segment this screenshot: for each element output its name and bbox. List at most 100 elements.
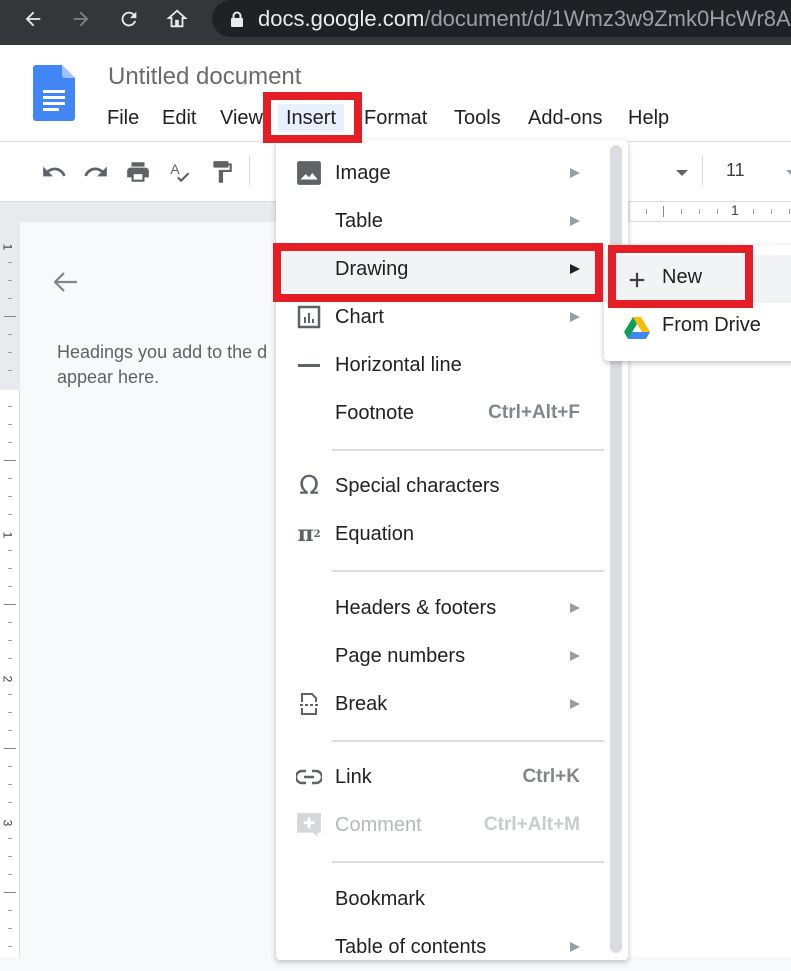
ruler-tick: [8, 370, 12, 371]
ruler-label: 1: [0, 531, 15, 539]
home-button[interactable]: [162, 4, 192, 34]
menu-file[interactable]: File: [103, 104, 143, 132]
menu-item-special-characters[interactable]: Ω Special characters: [276, 462, 606, 510]
menu-item-comment[interactable]: Comment Ctrl+Alt+M: [276, 801, 606, 849]
menu-item-label: Bookmark: [335, 887, 426, 910]
menu-item-label: Break: [335, 692, 388, 715]
menu-add-ons[interactable]: Add-ons: [524, 104, 607, 132]
ruler-tick: [8, 730, 12, 731]
toolbar-separator: [702, 156, 703, 186]
menu-item-image[interactable]: Image: [276, 149, 606, 197]
url-path: /document/d/1Wmz3w9Zmk0HcWr8AZI: [424, 5, 791, 31]
menu-item-equation[interactable]: π2 Equation: [276, 510, 606, 558]
ruler-label: 1: [731, 202, 739, 218]
ruler-tick: [789, 209, 790, 214]
menu-item-table-of-contents[interactable]: Table of contents: [276, 923, 606, 971]
ruler-tick: [8, 406, 12, 407]
ruler-tick: [8, 874, 12, 875]
ruler-label: 3: [0, 819, 15, 827]
menu-item-label: Table: [335, 209, 383, 232]
menu-view[interactable]: View: [216, 104, 267, 132]
submenu-arrow-icon: [570, 942, 580, 952]
menu-item-label: Table of contents: [335, 935, 487, 958]
browser-toolbar: docs.google.com/document/d/1Wmz3w9Zmk0Hc…: [0, 0, 791, 45]
paint-format-button[interactable]: [208, 158, 236, 186]
print-button[interactable]: [124, 158, 152, 186]
menu-edit[interactable]: Edit: [158, 104, 200, 132]
chevron-down-icon[interactable]: [786, 170, 791, 175]
ruler-tick: [4, 748, 16, 749]
paint-format-icon: [213, 161, 232, 183]
menu-separator: [332, 861, 604, 863]
menu-separator: [332, 449, 604, 451]
menu-item-page-numbers[interactable]: Page numbers: [276, 632, 606, 680]
submenu-arrow-icon: [570, 216, 580, 226]
undo-button[interactable]: [40, 158, 68, 186]
docs-header: Untitled document File Edit View Insert …: [0, 45, 791, 142]
redo-button[interactable]: [82, 158, 110, 186]
horizontal-line-icon: [296, 352, 322, 378]
menu-item-label: Footnote: [335, 401, 414, 424]
menu-item-bookmark[interactable]: Bookmark: [276, 875, 606, 923]
menu-item-label: Chart: [335, 305, 384, 328]
submenu-arrow-icon: [570, 264, 580, 274]
pi-icon: π2: [297, 521, 321, 547]
home-icon: [166, 9, 188, 28]
document-outline-panel: Headings you add to the d appear here.: [21, 222, 281, 957]
reload-button[interactable]: [114, 4, 144, 34]
menu-item-headers-footers[interactable]: Headers & footers: [276, 584, 606, 632]
submenu-item-from-drive[interactable]: From Drive: [604, 303, 791, 351]
submenu-item-label: New: [662, 266, 703, 288]
svg-text:A: A: [170, 161, 180, 177]
menu-item-label: Comment: [335, 813, 422, 836]
menu-item-horizontal-line[interactable]: Horizontal line: [276, 341, 606, 389]
ruler-tick: [753, 209, 754, 214]
menu-item-table[interactable]: Table: [276, 197, 606, 245]
submenu-arrow-icon: [570, 603, 580, 613]
spellcheck-button[interactable]: A: [166, 158, 194, 186]
back-button[interactable]: [18, 4, 48, 34]
chevron-down-icon[interactable]: [676, 170, 688, 176]
ruler-tick: [771, 209, 772, 214]
menu-item-link[interactable]: Link Ctrl+K: [276, 753, 606, 801]
ruler-tick: [8, 334, 12, 335]
outline-empty-line: appear here.: [57, 367, 160, 387]
reload-icon: [121, 11, 137, 27]
menu-item-break[interactable]: Break: [276, 680, 606, 728]
ruler-tick: [8, 550, 12, 551]
back-arrow-icon[interactable]: [51, 270, 79, 294]
submenu-item-new[interactable]: New: [604, 255, 791, 303]
drawing-submenu: New From Drive: [604, 245, 791, 361]
print-icon: [127, 162, 149, 182]
menu-item-label: Special characters: [335, 474, 500, 497]
menu-item-drawing[interactable]: Drawing: [276, 245, 606, 293]
lock-icon: [231, 11, 243, 27]
forward-arrow-icon: [73, 11, 89, 27]
ruler-tick: [8, 784, 12, 785]
page-break-icon: [296, 691, 322, 717]
menu-tools[interactable]: Tools: [450, 104, 505, 132]
ruler-tick: [4, 316, 16, 317]
ruler-tick: [8, 802, 12, 803]
menu-item-shortcut: Ctrl+K: [522, 766, 580, 787]
ruler-tick: [717, 209, 718, 214]
menu-help[interactable]: Help: [624, 104, 673, 132]
ruler-tick: [4, 604, 16, 605]
menu-item-chart[interactable]: Chart: [276, 293, 606, 341]
ruler-label: 2: [0, 675, 15, 683]
menu-item-shortcut: Ctrl+Alt+F: [488, 402, 580, 423]
google-drive-icon: [624, 315, 650, 341]
menu-format[interactable]: Format: [360, 104, 431, 132]
ruler-tick: [8, 442, 12, 443]
menu-insert[interactable]: Insert: [278, 104, 345, 132]
font-size-field[interactable]: 11: [726, 160, 745, 181]
ruler-tick: [663, 206, 664, 217]
menu-item-footnote[interactable]: Footnote Ctrl+Alt+F: [276, 389, 606, 437]
address-bar[interactable]: docs.google.com/document/d/1Wmz3w9Zmk0Hc…: [212, 0, 791, 37]
ruler-tick: [8, 640, 12, 641]
forward-button[interactable]: [66, 4, 96, 34]
google-docs-logo-icon[interactable]: [33, 65, 75, 121]
ruler-tick: [8, 298, 12, 299]
document-title[interactable]: Untitled document: [108, 63, 301, 91]
menu-item-shortcut: Ctrl+Alt+M: [483, 814, 580, 835]
